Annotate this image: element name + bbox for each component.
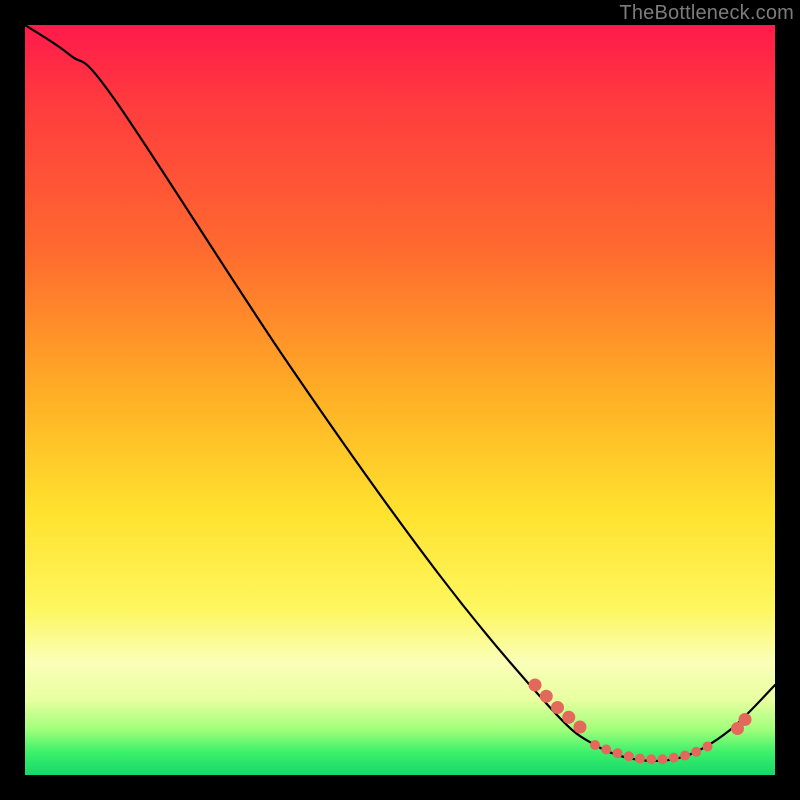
- data-dot: [739, 713, 752, 726]
- data-dot: [680, 751, 690, 761]
- data-dot: [635, 754, 645, 764]
- data-dot: [529, 679, 542, 692]
- data-dot: [574, 721, 587, 734]
- data-dots-fine: [590, 740, 713, 764]
- data-dot: [590, 740, 600, 750]
- data-dot: [624, 751, 634, 761]
- data-dot: [658, 754, 668, 764]
- curve-layer: [25, 25, 775, 775]
- bottleneck-curve: [25, 25, 775, 761]
- data-dot: [646, 754, 656, 764]
- data-dot: [540, 690, 553, 703]
- data-dot: [601, 745, 611, 755]
- data-dot: [669, 753, 679, 763]
- data-dot: [691, 747, 701, 757]
- watermark-text: TheBottleneck.com: [619, 2, 794, 25]
- data-dot: [551, 701, 564, 714]
- data-dot: [613, 748, 623, 758]
- plot-area: [25, 25, 775, 775]
- data-dots-coarse: [529, 679, 752, 736]
- chart-frame: TheBottleneck.com: [0, 0, 800, 800]
- data-dot: [562, 711, 575, 724]
- data-dot: [703, 742, 713, 752]
